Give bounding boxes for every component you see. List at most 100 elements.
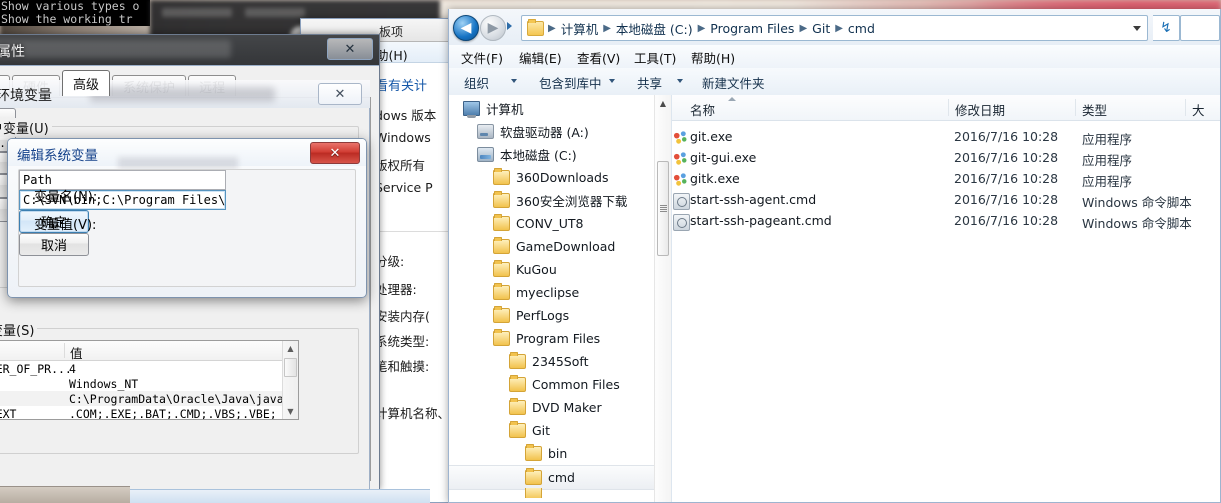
tree-item-360downloads[interactable]: 360Downloads [449,166,655,189]
column-divider[interactable] [948,99,949,116]
listview-header[interactable]: 变量 值 [0,341,298,361]
file-list-header[interactable]: 名称 修改日期 类型 大 [672,95,1220,121]
chevron-down-icon[interactable] [677,79,683,83]
menu-tools[interactable]: 工具(T) [634,48,676,67]
tree-item-conv-ut8[interactable]: CONV_UT8 [449,212,655,235]
listview-scrollbar[interactable]: ▲ ▼ [282,341,298,419]
cp-link[interactable]: 看有关计 [375,75,427,94]
tree-item-dvd-maker[interactable]: DVD Maker [449,396,655,419]
edit-system-variable-dialog[interactable]: 编辑系统变量 ✕ 变量名(N): Path 变量值(V): C:\SVN\bin… [7,138,367,298]
editwin-titlebar[interactable]: 编辑系统变量 ✕ [8,139,366,169]
tree-item-common-files[interactable]: Common Files [449,373,655,396]
tree-item-label: CONV_UT8 [516,216,584,231]
console-line-2: Show the working tr [1,12,133,26]
cp-line-3: Service P [375,180,433,195]
tab-advanced[interactable]: 高级 [62,70,111,96]
explorer-window[interactable]: ◀ ▶ ▶ 计算机 ▶ 本地磁盘 (C:) ▶ Program Files ▶ … [448,9,1221,503]
tree-item-cmd[interactable]: cmd [449,465,655,490]
menu-help[interactable]: 帮助(H) [691,48,735,67]
tree-item-git[interactable]: Git [449,419,655,442]
breadcrumb-program-files[interactable]: Program Files [707,21,797,36]
tree-item-myeclipse[interactable]: myeclipse [449,281,655,304]
column-type[interactable]: 类型 [1082,100,1107,119]
cancel-button[interactable]: 取消 [19,233,89,256]
tree-item-2345soft[interactable]: 2345Soft [449,350,655,373]
tree-item-computer[interactable]: 计算机 [449,97,655,120]
background-window-sliver[interactable] [0,486,130,503]
table-row[interactable]: OS Windows_NT [0,376,298,391]
tree-item-bin[interactable]: bin [449,442,655,465]
tree-item-floppy[interactable]: 软盘驱动器 (A:) [449,120,655,143]
tree-item-kugou[interactable]: KuGou [449,258,655,281]
history-dropdown-icon[interactable] [507,22,512,30]
sysprops-titlebar[interactable]: 属性 ✕ [0,35,379,65]
breadcrumb-cmd[interactable]: cmd [845,21,878,36]
column-divider[interactable] [1075,99,1076,116]
chevron-down-icon[interactable] [609,79,615,83]
row-value: .COM;.EXE;.BAT;.CMD;.VBS;.VBE; [69,407,277,420]
background-window-sliver-2[interactable] [130,489,430,503]
tree-item-label: Common Files [532,377,620,392]
forward-button[interactable]: ▶ [480,15,506,41]
table-row[interactable]: PATHEXT .COM;.EXE;.BAT;.CMD;.VBS;.VBE; [0,406,298,420]
navigation-tree[interactable]: 计算机 软盘驱动器 (A:) 本地磁盘 (C:) 360Downloads 36… [449,95,672,502]
tree-item-partial[interactable] [449,488,655,498]
toolbar-organize[interactable]: 组织 [464,73,489,92]
file-row[interactable]: gitk.exe 2016/7/16 10:28 应用程序 [672,169,1220,190]
file-row[interactable]: start-ssh-agent.cmd 2016/7/16 10:28 Wind… [672,190,1220,211]
file-list[interactable]: 名称 修改日期 类型 大 git.exe 2016/7/16 10:28 应用程… [672,95,1220,502]
scroll-down-icon[interactable]: ▼ [283,404,298,419]
scroll-up-icon[interactable]: ▲ [655,95,671,112]
scroll-thumb[interactable] [657,161,669,256]
refresh-button[interactable]: ↯ [1153,15,1180,41]
scroll-thumb[interactable] [284,358,297,377]
cp-field-3: 系统类型: [375,334,430,349]
envwin-titlebar[interactable]: 环境变量 ✕ [0,80,370,109]
file-row[interactable]: git.exe 2016/7/16 10:28 应用程序 [672,127,1220,148]
breadcrumb-computer[interactable]: 计算机 [558,19,602,38]
file-type: Windows 命令脚本 [1082,216,1192,231]
tree-item-program-files[interactable]: Program Files [449,327,655,350]
cp-line-2: 版权所有 [375,158,426,173]
system-variables-listview[interactable]: 变量 值 NUMBER_OF_PR... 4 OS Windows_NT Pat… [0,340,299,420]
menu-view[interactable]: 查看(V) [577,48,620,67]
explorer-menu-bar: 文件(F) 编辑(E) 查看(V) 工具(T) 帮助(H) [449,45,1220,68]
tree-scrollbar[interactable]: ▲ [654,95,671,502]
close-icon[interactable]: ✕ [310,142,360,164]
menu-edit[interactable]: 编辑(E) [519,48,562,67]
console-window[interactable]: Show various types o Show the working tr [0,0,150,26]
file-row[interactable]: git-gui.exe 2016/7/16 10:28 应用程序 [672,148,1220,169]
cp-menu-help[interactable]: 助(H) [376,45,408,64]
back-button[interactable]: ◀ [453,15,479,41]
column-value[interactable]: 值 [70,343,83,362]
column-size[interactable]: 大 [1192,100,1205,119]
breadcrumb-git[interactable]: Git [809,21,833,36]
chevron-down-icon[interactable] [1133,25,1141,31]
row-value: 4 [69,362,76,376]
search-input[interactable] [1180,15,1220,41]
breadcrumb-local-disk[interactable]: 本地磁盘 (C:) [613,19,696,38]
table-row[interactable]: NUMBER_OF_PR... 4 [0,361,298,376]
column-divider[interactable] [64,343,65,358]
file-row[interactable]: start-ssh-pageant.cmd 2016/7/16 10:28 Wi… [672,211,1220,232]
scroll-up-icon[interactable]: ▲ [283,341,298,356]
column-divider[interactable] [1185,99,1186,116]
toolbar-include-library[interactable]: 包含到库中 [539,73,602,92]
tree-item-360browser-downloads[interactable]: 360安全浏览器下载 [449,189,655,212]
tree-item-perflogs[interactable]: PerfLogs [449,304,655,327]
column-date-modified[interactable]: 修改日期 [955,100,1005,119]
column-name[interactable]: 名称 [690,100,715,119]
envwin-close-icon[interactable]: ✕ [318,83,362,105]
tree-item-gamedownload[interactable]: GameDownload [449,235,655,258]
chevron-down-icon[interactable] [511,79,517,83]
toolbar-new-folder[interactable]: 新建文件夹 [702,73,765,92]
table-row[interactable]: Path C:\ProgramData\Oracle\Java\java... [0,391,298,406]
file-type: Windows 命令脚本 [1082,195,1192,210]
sysprops-close-icon[interactable]: ✕ [327,38,373,60]
envwin-title: 环境变量 [0,88,52,104]
toolbar-share[interactable]: 共享 [637,73,662,92]
menu-file[interactable]: 文件(F) [461,48,503,67]
tree-item-label: bin [548,446,568,461]
address-bar[interactable]: ▶ 计算机 ▶ 本地磁盘 (C:) ▶ Program Files ▶ Git … [521,15,1148,41]
tree-item-local-disk[interactable]: 本地磁盘 (C:) [449,143,655,166]
